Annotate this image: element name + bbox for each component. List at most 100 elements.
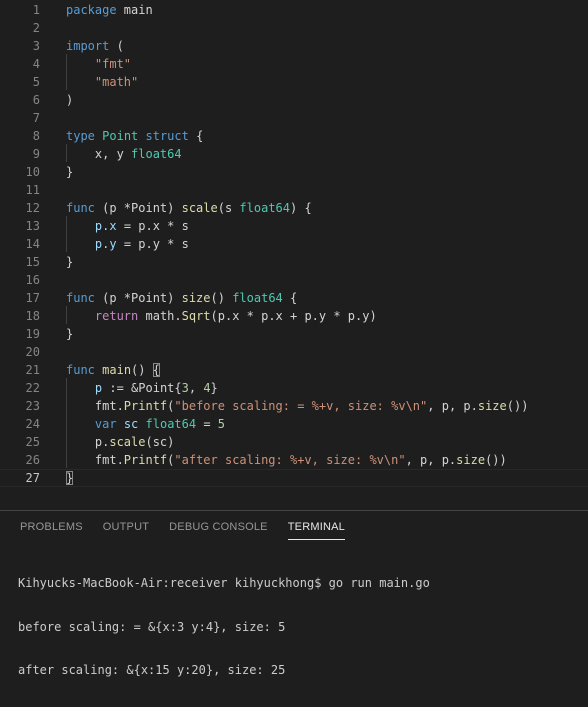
code-token: = p.y * s <box>116 237 189 251</box>
code-token: , p, p. <box>405 453 457 467</box>
code-token: Printf <box>123 399 168 413</box>
code-line[interactable]: 9 x, y float64 <box>0 145 588 163</box>
code-token: fmt. <box>66 453 124 467</box>
code-token: ()) <box>506 399 529 413</box>
code-token: math. <box>138 309 182 323</box>
code-token: struct <box>145 129 189 143</box>
code-line[interactable]: 14 p.y = p.y * s <box>0 235 588 253</box>
code-line[interactable]: 27} <box>0 469 588 487</box>
line-number: 20 <box>25 345 40 359</box>
code-token: var <box>94 417 117 431</box>
code-line[interactable]: 22 p := &Point{3, 4} <box>0 379 588 397</box>
code-line[interactable]: 10} <box>0 163 588 181</box>
code-line[interactable]: 17 func (p *Point) size() float64 { <box>0 289 588 307</box>
code-text: p := &Point{3, 4} <box>66 379 218 397</box>
code-text: package main <box>66 1 153 19</box>
code-line[interactable]: 18 return math.Sqrt(p.x * p.x + p.y * p.… <box>0 307 588 325</box>
line-number: 16 <box>25 273 40 287</box>
code-token: x, y <box>66 147 132 161</box>
code-token: := &Point{ <box>102 381 182 395</box>
code-text: import ( <box>66 37 124 55</box>
code-token: 4 <box>203 381 211 395</box>
line-number: 1 <box>32 3 40 17</box>
code-line[interactable]: 16 <box>0 271 588 289</box>
code-line[interactable]: 4 "fmt" <box>0 55 588 73</box>
code-token: ( <box>109 39 124 53</box>
tab-problems[interactable]: PROBLEMS <box>20 521 83 540</box>
code-token: } <box>66 165 74 179</box>
panel-tabs: PROBLEMS OUTPUT DEBUG CONSOLE TERMINAL <box>20 521 365 540</box>
code-line[interactable]: 11 <box>0 181 588 199</box>
code-editor[interactable]: 1 package main 2 3 import (4 "fmt" 5 "math" 6)… <box>0 0 588 505</box>
code-token: Point <box>102 129 139 143</box>
code-line[interactable]: 12 func (p *Point) scale(s float64) { <box>0 199 588 217</box>
code-token: package <box>66 3 117 17</box>
tab-terminal[interactable]: TERMINAL <box>287 521 345 540</box>
code-token: func <box>66 201 95 215</box>
code-text: p.x = p.x * s <box>66 217 189 235</box>
code-line[interactable]: 2 <box>0 19 588 37</box>
code-text: } <box>66 470 74 486</box>
code-line[interactable]: 8 type Point struct { <box>0 127 588 145</box>
code-line[interactable]: 19} <box>0 325 588 343</box>
code-token: func <box>66 291 95 305</box>
line-number: 21 <box>25 363 40 377</box>
code-token: ) <box>66 93 74 107</box>
line-number: 25 <box>25 435 40 449</box>
code-token: fmt. <box>66 399 124 413</box>
code-line[interactable]: 7 <box>0 109 588 127</box>
code-token: (p *Point) <box>94 201 182 215</box>
code-line[interactable]: 1 package main <box>0 1 588 19</box>
code-line[interactable]: 13 p.x = p.x * s <box>0 217 588 235</box>
code-text: fmt.Printf("after scaling: %+v, size: %v… <box>66 451 507 469</box>
code-token: size <box>181 291 211 305</box>
line-number: 13 <box>25 219 40 233</box>
code-text: fmt.Printf("before scaling: = %+v, size:… <box>66 397 529 415</box>
code-token: main <box>102 363 132 377</box>
code-token: Printf <box>123 453 168 467</box>
tab-output[interactable]: OUTPUT <box>103 521 149 540</box>
line-number: 10 <box>25 165 40 179</box>
code-token: () <box>210 291 233 305</box>
code-token: (p *Point) <box>94 291 182 305</box>
code-line[interactable]: 26 fmt.Printf("after scaling: %+v, size:… <box>0 451 588 469</box>
code-token: , <box>188 381 204 395</box>
code-line[interactable]: 23 fmt.Printf("before scaling: = %+v, si… <box>0 397 588 415</box>
code-token: = p.x * s <box>116 219 189 233</box>
code-line[interactable]: 24 var sc float64 = 5 <box>0 415 588 433</box>
code-token: (p.x * p.x + p.y * p.y) <box>210 309 377 323</box>
code-line[interactable]: 25 p.scale(sc) <box>0 433 588 451</box>
code-text: func (p *Point) size() float64 { <box>66 289 297 307</box>
code-token: ()) <box>485 453 507 467</box>
code-line[interactable]: 5 "math" <box>0 73 588 91</box>
code-text: "math" <box>66 73 138 91</box>
code-token: "before scaling: = %+v, size: %v\n" <box>174 399 428 413</box>
terminal-line: Kihyucks-MacBook-Air:receiver kihyuckhon… <box>18 576 430 590</box>
code-token: Sqrt <box>181 309 211 323</box>
code-line[interactable]: 21 func main() { <box>0 361 588 379</box>
code-text: func (p *Point) scale(s float64) { <box>66 199 312 217</box>
terminal-line: before scaling: = &{x:3 y:4}, size: 5 <box>18 619 286 634</box>
tab-debug-console[interactable]: DEBUG CONSOLE <box>169 521 268 540</box>
code-token: main <box>116 3 153 17</box>
code-text: p.scale(sc) <box>66 433 175 451</box>
terminal-output[interactable]: Kihyucks-MacBook-Air:receiver kihyuckhon… <box>18 547 430 707</box>
code-line[interactable]: 15} <box>0 253 588 271</box>
code-line[interactable]: 20 <box>0 343 588 361</box>
code-token: = <box>196 417 218 431</box>
code-token: , p, p. <box>427 399 478 413</box>
code-token: 5 <box>217 417 226 431</box>
line-number: 27 <box>25 471 40 485</box>
code-token: { <box>282 291 298 305</box>
code-token: "math" <box>94 75 139 89</box>
code-line[interactable]: 6) <box>0 91 588 109</box>
code-token: } <box>66 327 74 341</box>
code-line[interactable]: 3 import ( <box>0 37 588 55</box>
